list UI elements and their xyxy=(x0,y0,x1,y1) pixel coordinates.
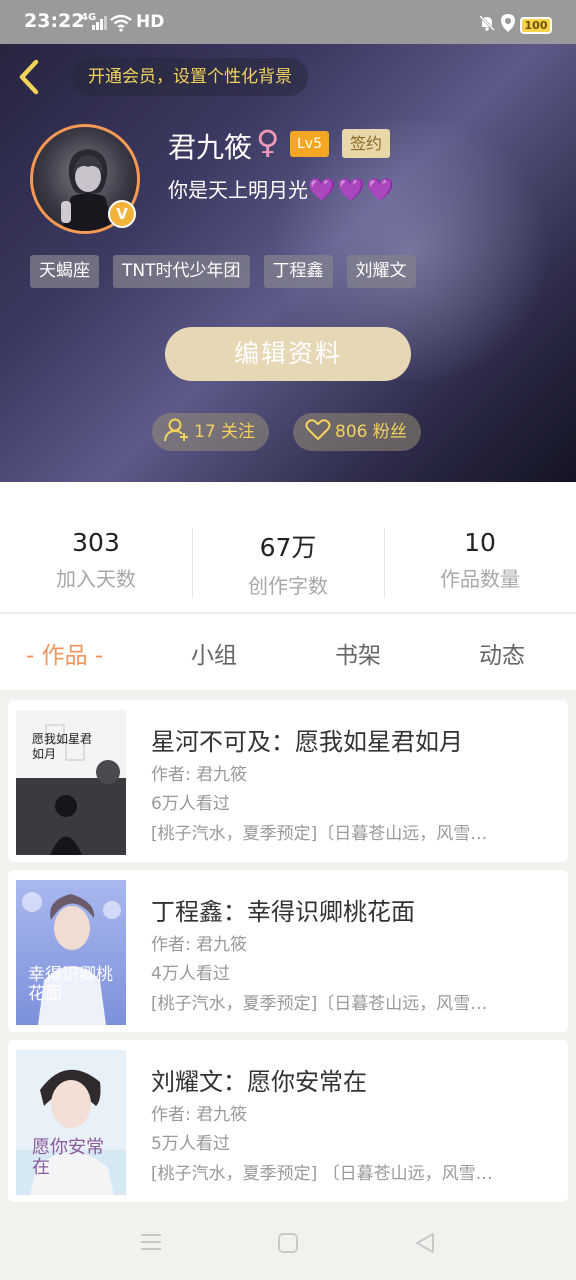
cover-title: 愿你安常在 xyxy=(32,1137,104,1178)
verified-badge-icon: V xyxy=(108,200,136,228)
work-card[interactable]: 愿你安常在 刘耀文：愿你安常在 作者: 君九筱 5万人看过 [桃子汽水，夏季预定… xyxy=(8,1040,568,1202)
work-author: 作者: 君九筱 xyxy=(151,1105,248,1125)
status-time: 23:22 xyxy=(24,10,85,32)
profile-tabs: - 作品 - 小组 书架 动态 xyxy=(0,613,576,690)
stat-join-days: 303 加入天数 xyxy=(0,528,192,592)
battery-icon: 100 xyxy=(520,17,552,34)
user-plus-icon xyxy=(164,418,188,442)
tab-bookshelf[interactable]: 书架 xyxy=(335,636,381,670)
cover-title: 幸得识卿桃花面 xyxy=(28,965,113,1004)
home-square-icon[interactable] xyxy=(277,1232,299,1254)
work-cover-image: 幸得识卿桃花面 xyxy=(16,880,126,1025)
user-name: 君九筱 xyxy=(168,131,253,164)
profile-tag[interactable]: TNT时代少年团 xyxy=(113,255,250,288)
stat-label: 创作字数 xyxy=(248,574,328,598)
stat-label: 加入天数 xyxy=(56,567,136,591)
signal-icon xyxy=(92,16,107,30)
stat-works-count: 10 作品数量 xyxy=(384,528,576,592)
work-tags: [桃子汽水，夏季预定]〔日暮苍山远，风雪… xyxy=(151,824,488,844)
work-card[interactable]: 幸得识卿桃花面 丁程鑫：幸得识卿桃花面 作者: 君九筱 4万人看过 [桃子汽水，… xyxy=(8,870,568,1032)
purple-heart-icon: 💜💜💜 xyxy=(308,178,397,203)
cover-title: 愿我如星君如月 xyxy=(32,732,93,761)
fans-button[interactable]: 806 粉丝 xyxy=(293,413,421,451)
back-chevron-icon[interactable] xyxy=(14,58,44,96)
work-tags: [桃子汽水，夏季预定]〔日暮苍山远，风雪… xyxy=(151,994,488,1014)
work-views: 5万人看过 xyxy=(151,1134,230,1154)
menu-icon[interactable] xyxy=(140,1232,162,1252)
stat-label: 作品数量 xyxy=(440,567,520,591)
work-cover-image: 愿我如星君如月 xyxy=(16,710,126,855)
back-triangle-icon[interactable] xyxy=(414,1232,436,1254)
work-cover-image: 愿你安常在 xyxy=(16,1050,126,1195)
profile-tag[interactable]: 丁程鑫 xyxy=(263,255,333,288)
profile-page: 23:22 4G HD 100 开通会员，设置个性化背景 V 君九筱 ♀ Lv5… xyxy=(0,0,576,1280)
work-card[interactable]: 愿我如星君如月 星河不可及：愿我如星君如月 作者: 君九筱 6万人看过 [桃子汽… xyxy=(8,700,568,862)
level-badge: Lv5 xyxy=(290,131,329,157)
user-bio: 你是天上明月光💜💜💜 xyxy=(168,174,396,203)
status-bar: 23:22 4G HD 100 xyxy=(0,0,576,44)
location-icon xyxy=(501,14,515,32)
profile-header: 23:22 4G HD 100 开通会员，设置个性化背景 V 君九筱 ♀ Lv5… xyxy=(0,0,576,482)
work-views: 4万人看过 xyxy=(151,964,230,984)
profile-tags: 天蝎座 TNT时代少年团 丁程鑫 刘耀文 xyxy=(30,255,416,288)
edit-profile-button[interactable]: 编辑资料 xyxy=(165,327,411,381)
tab-works[interactable]: - 作品 - xyxy=(26,636,103,670)
stat-value: 303 xyxy=(72,528,120,557)
stat-value: 67万 xyxy=(259,533,317,562)
tab-activity[interactable]: 动态 xyxy=(479,636,525,670)
mute-bell-icon xyxy=(479,15,495,31)
work-title: 刘耀文：愿你安常在 xyxy=(151,1068,367,1096)
vip-background-prompt[interactable]: 开通会员，设置个性化背景 xyxy=(72,58,308,96)
work-author: 作者: 君九筱 xyxy=(151,935,248,955)
profile-tag[interactable]: 刘耀文 xyxy=(346,255,416,288)
wifi-icon xyxy=(110,14,132,32)
following-count: 17 关注 xyxy=(194,422,256,442)
stat-word-count: 67万 创作字数 xyxy=(192,528,384,599)
profile-tag[interactable]: 天蝎座 xyxy=(30,255,99,288)
female-icon: ♀ xyxy=(256,123,280,161)
signed-badge: 签约 xyxy=(342,129,391,158)
bio-text: 你是天上明月光 xyxy=(168,178,308,202)
network-label: HD xyxy=(136,12,165,32)
tab-groups[interactable]: 小组 xyxy=(191,636,237,670)
work-author: 作者: 君九筱 xyxy=(151,765,248,785)
work-title: 星河不可及：愿我如星君如月 xyxy=(151,728,463,756)
work-views: 6万人看过 xyxy=(151,794,230,814)
stats-section: 303 加入天数 67万 创作字数 10 作品数量 xyxy=(0,482,576,612)
fans-count: 806 粉丝 xyxy=(335,422,407,442)
stat-value: 10 xyxy=(464,528,496,557)
system-nav-bar xyxy=(0,1210,576,1280)
work-title: 丁程鑫：幸得识卿桃花面 xyxy=(151,898,415,926)
heart-outline-icon xyxy=(305,419,331,440)
work-tags: [桃子汽水，夏季预定] 〔日暮苍山远，风雪… xyxy=(151,1164,493,1184)
following-button[interactable]: 17 关注 xyxy=(152,413,270,451)
